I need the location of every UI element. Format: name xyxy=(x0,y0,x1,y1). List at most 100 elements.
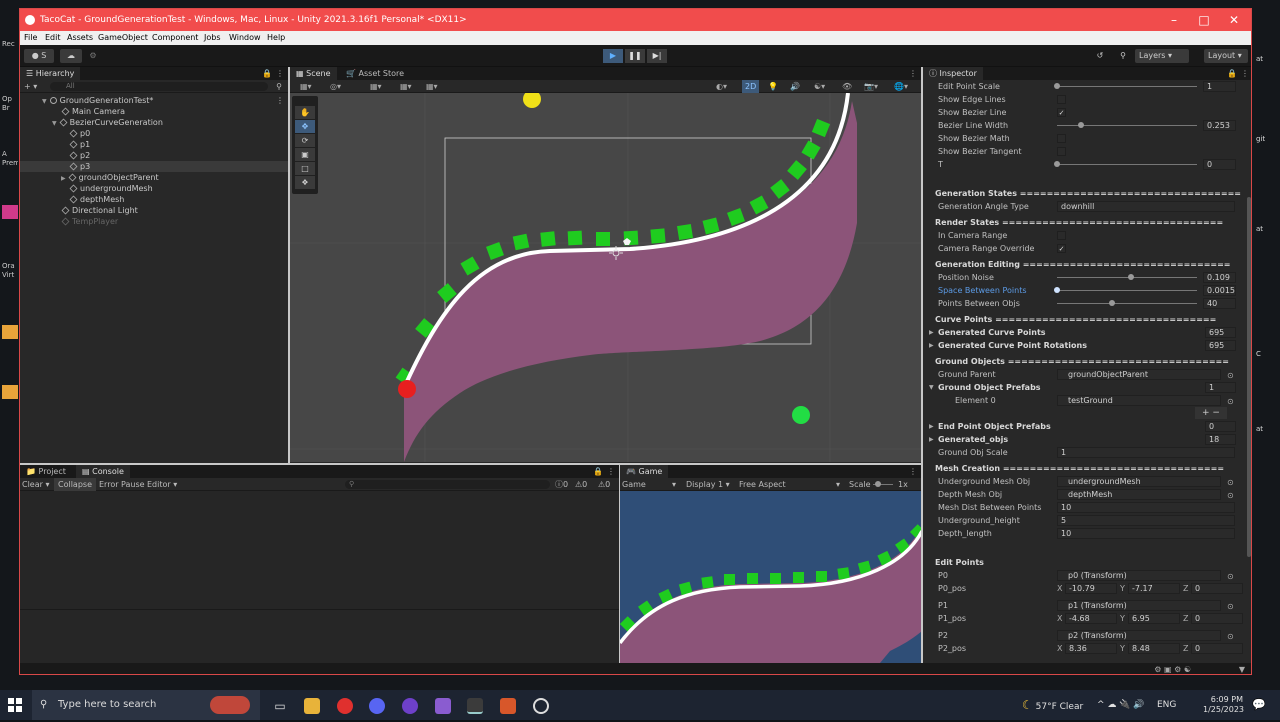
object-field[interactable]: testGround xyxy=(1057,395,1221,406)
desktop-icon[interactable] xyxy=(2,205,18,219)
layers-dropdown[interactable]: Layers ▾ xyxy=(1135,49,1189,63)
scene-view-canvas[interactable]: ✋ ✥ ⟳ ▣ □ ❖ xyxy=(290,93,921,462)
error-pause-button[interactable]: Error Pause xyxy=(99,478,145,491)
desktop-icon[interactable]: at xyxy=(1256,425,1280,434)
z-value-field[interactable]: 0 xyxy=(1191,583,1243,594)
clear-button[interactable]: Clear ▾ xyxy=(22,478,49,491)
notifications-icon[interactable]: 💬 xyxy=(1252,690,1266,720)
menu-jobs[interactable]: Jobs xyxy=(204,31,221,45)
filter-icon[interactable]: ⚲ xyxy=(276,80,282,93)
desktop-icon[interactable]: Op Br xyxy=(2,95,18,123)
foldout-arrow-icon[interactable]: ▶ xyxy=(929,326,934,339)
search-icon[interactable]: ⚲ xyxy=(1115,49,1131,63)
toggle-2d-button[interactable]: 2D xyxy=(742,80,760,93)
x-value-field[interactable]: 8.36 xyxy=(1065,643,1117,654)
slider-knob[interactable] xyxy=(1128,274,1135,280)
slider-value-field[interactable]: 0.109 xyxy=(1203,272,1236,283)
taskbar-search-input[interactable]: ⚲ Type here to search xyxy=(32,690,260,720)
object-field[interactable]: p2 (Transform) xyxy=(1057,630,1221,641)
value-field[interactable]: 10 xyxy=(1057,528,1235,539)
history-icon[interactable]: ↺ xyxy=(1092,49,1108,63)
value-field[interactable]: 10 xyxy=(1057,502,1235,513)
draw-mode-icon[interactable]: ▦▾ xyxy=(300,80,312,93)
transform-tool-icon[interactable]: ❖ xyxy=(295,176,315,189)
menu-gameobject[interactable]: GameObject xyxy=(98,31,148,45)
grid-icon[interactable]: ▦▾ xyxy=(400,80,412,93)
hierarchy-item-p2[interactable]: p2 xyxy=(20,150,288,161)
menu-edit[interactable]: Edit xyxy=(45,31,61,45)
add-icon[interactable]: + ▾ xyxy=(24,80,37,93)
object-field[interactable]: undergroundMesh xyxy=(1057,476,1221,487)
step-button[interactable]: ▶| xyxy=(647,49,667,63)
tray-icons[interactable]: ^ ☁ 🔌 🔊 xyxy=(1097,690,1145,720)
slider-knob[interactable] xyxy=(1108,300,1115,306)
weather-widget[interactable]: ☾ 57°F Clear xyxy=(1022,690,1083,720)
checkbox[interactable] xyxy=(1057,134,1066,143)
z-value-field[interactable]: 0 xyxy=(1191,643,1243,654)
game-view-canvas[interactable] xyxy=(620,491,921,663)
slider-track[interactable] xyxy=(1057,303,1197,304)
hierarchy-item-underground-mesh[interactable]: undergroundMesh xyxy=(20,183,288,194)
hierarchy-search-input[interactable]: All xyxy=(50,82,268,91)
hierarchy-item-main-camera[interactable]: Main Camera xyxy=(20,106,288,117)
control-point-p1[interactable] xyxy=(523,93,541,108)
value-field[interactable]: 1 xyxy=(1205,382,1236,393)
rotate-tool-icon[interactable]: ⟳ xyxy=(295,134,315,147)
expand-arrow-icon[interactable]: ▶ xyxy=(61,175,66,182)
slider-knob[interactable] xyxy=(1054,161,1060,167)
slider-value-field[interactable]: 40 xyxy=(1203,298,1236,309)
game-view-arrow-icon[interactable]: ▾ xyxy=(672,478,676,491)
title-bar[interactable]: TacoCat - GroundGenerationTest - Windows… xyxy=(20,9,1251,31)
account-button[interactable]: ● S xyxy=(24,49,54,63)
tab-hierarchy[interactable]: ☰ Hierarchy xyxy=(20,67,81,80)
display-dropdown[interactable]: Display 1 ▾ xyxy=(686,478,730,491)
tab-game[interactable]: 🎮 Game xyxy=(620,465,669,478)
slider-track[interactable] xyxy=(1057,86,1197,87)
tab-scene[interactable]: ▦ Scene xyxy=(290,67,337,80)
tab-console[interactable]: ▤ Console xyxy=(76,465,130,478)
slider-knob[interactable] xyxy=(1054,287,1060,293)
lock-icon[interactable]: 🔒 xyxy=(262,67,272,80)
expand-arrow-icon[interactable]: ▼ xyxy=(42,98,47,105)
panel-menu-icon[interactable]: ⋮ xyxy=(607,465,615,478)
y-value-field[interactable]: -7.17 xyxy=(1128,583,1180,594)
opera-icon[interactable] xyxy=(337,698,353,714)
desktop-icon[interactable]: Rec xyxy=(2,40,18,68)
play-button[interactable]: ▶ xyxy=(603,49,623,63)
hierarchy-item-ground-object-parent[interactable]: ▶ groundObjectParent xyxy=(20,172,288,183)
foldout-arrow-icon[interactable]: ▶ xyxy=(929,420,934,433)
add-remove-element-buttons[interactable]: + − xyxy=(1195,407,1227,419)
status-expand-icon[interactable]: ▼ xyxy=(1239,663,1245,674)
object-field[interactable]: groundObjectParent xyxy=(1057,369,1221,380)
panel-menu-icon[interactable]: ⋮ xyxy=(909,465,917,478)
lock-icon[interactable]: 🔒 xyxy=(1227,67,1237,80)
blender-icon[interactable] xyxy=(500,698,516,714)
cloud-icon[interactable]: ☁ xyxy=(60,49,82,63)
value-field[interactable]: 5 xyxy=(1057,515,1235,526)
desktop-icon[interactable]: C xyxy=(1256,350,1280,359)
warning-count[interactable]: ⚠0 xyxy=(575,478,587,491)
panel-menu-icon[interactable]: ⋮ xyxy=(909,67,917,80)
clock[interactable]: 6:09 PM 1/25/2023 xyxy=(1203,695,1244,715)
rect-tool-icon[interactable]: □ xyxy=(295,162,315,175)
status-icons[interactable]: ⚙ ▣ ⚙ ☯ xyxy=(1154,663,1191,674)
audio-icon[interactable]: 🔊 xyxy=(790,80,800,93)
slider-track[interactable] xyxy=(1057,277,1197,278)
effects-icon[interactable]: ☯▾ xyxy=(814,80,825,93)
console-log-list[interactable] xyxy=(20,491,619,609)
control-point-p2[interactable] xyxy=(792,406,810,424)
menu-file[interactable]: File xyxy=(24,31,37,45)
value-field[interactable]: 0 xyxy=(1205,421,1236,432)
desktop-icon[interactable]: at xyxy=(1256,225,1280,234)
desktop-icon[interactable]: A Prem xyxy=(2,150,18,178)
desktop-icon[interactable]: at xyxy=(1256,55,1280,64)
obs-icon[interactable] xyxy=(533,698,549,714)
checkbox[interactable]: ✓ xyxy=(1057,244,1066,253)
value-field[interactable]: 18 xyxy=(1205,434,1236,445)
checkbox[interactable] xyxy=(1057,231,1066,240)
inspector-scrollbar[interactable] xyxy=(1247,197,1251,557)
panel-menu-icon[interactable]: ⋮ xyxy=(276,67,284,80)
lighting-icon[interactable]: 💡 xyxy=(768,80,778,93)
slider-knob[interactable] xyxy=(1054,83,1060,89)
hidden-objects-icon[interactable]: 👁 xyxy=(842,80,852,93)
